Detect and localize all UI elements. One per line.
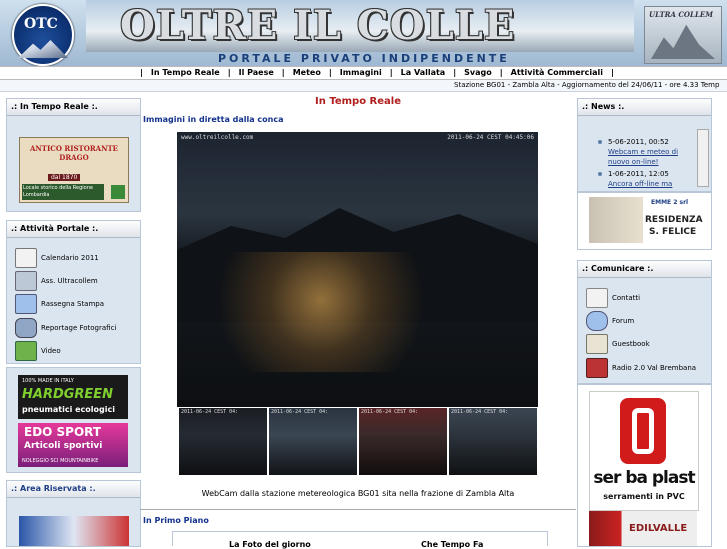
realtime-panel: .: In Tempo Reale :. ANTICO RISTORANTE D… xyxy=(6,98,141,212)
webcam-caption: WebCam dalla stazione metereologica BG01… xyxy=(201,489,515,498)
site-tagline: PORTALE PRIVATO INDIPENDENTE xyxy=(218,52,510,65)
news-item[interactable]: 1-06-2011, 12:05 Ancora off-line ma xyxy=(598,169,688,189)
nav-item-tempo-reale[interactable]: In Tempo Reale xyxy=(147,67,224,79)
news-item[interactable]: 5-06-2011, 00:52 Webcam e meteo di nuovo… xyxy=(598,137,688,167)
activities-panel: .: Attività Portale :. Calendario 2011 A… xyxy=(6,220,141,364)
site-header: OTC OLTRE IL COLLE PORTALE PRIVATO INDIP… xyxy=(0,0,727,66)
webcam-main-image[interactable]: www.oltreilcolle.com 2011-06-24 CEST 04:… xyxy=(177,132,538,407)
calendar-icon xyxy=(15,248,37,268)
ad-serbaplast[interactable]: ser ba plast serramenti in PVC xyxy=(589,391,699,511)
news-panel: .: News :. 5-06-2011, 00:52 Webcam e met… xyxy=(577,98,712,192)
menu-item-rassegna[interactable]: Rassegna Stampa xyxy=(15,294,104,314)
webcam-thumb-2[interactable]: 2011-06-24 CEST 04: xyxy=(269,408,357,475)
webcam-lights xyxy=(217,252,477,372)
press-icon xyxy=(15,294,37,314)
ad-antico-drago[interactable]: ANTICO RISTORANTE DRAGO dal 1870 Locale … xyxy=(19,137,129,203)
area-riservata-panel: .: Area Riservata :. xyxy=(6,480,141,547)
panel-title: .: Area Riservata :. xyxy=(7,481,140,498)
comunicare-panel: .: Comunicare :. Contatti Forum Guestboo… xyxy=(577,260,712,384)
menu-item-radio[interactable]: Radio 2.0 Val Brembana xyxy=(586,358,696,378)
nav-item-meteo[interactable]: Meteo xyxy=(289,67,325,79)
panel-title: .: In Tempo Reale :. xyxy=(7,99,140,116)
video-icon xyxy=(15,341,37,361)
panel-title: .: Comunicare :. xyxy=(578,261,711,278)
camera-icon xyxy=(15,318,37,338)
guestbook-icon xyxy=(586,334,608,354)
panel-title: .: News :. xyxy=(578,99,711,116)
webcam-stamp-left: www.oltreilcolle.com xyxy=(181,134,254,141)
ultracollem-label: ULTRA COLLEM xyxy=(649,10,713,19)
residenza-panel: EMME 2 srl RESIDENZA S. FELICE xyxy=(577,192,712,250)
panel-title: .: Attività Portale :. xyxy=(7,221,140,238)
forum-icon xyxy=(586,311,608,331)
site-title: OLTRE IL COLLE xyxy=(120,2,516,49)
sponsor-panel: ser ba plast serramenti in PVC EDILVALLE xyxy=(577,384,712,547)
section-title: In Primo Piano xyxy=(143,516,209,525)
menu-item-guestbook[interactable]: Guestbook xyxy=(586,334,650,354)
ad-la-fonte[interactable] xyxy=(19,516,129,546)
menu-item-forum[interactable]: Forum xyxy=(586,311,634,331)
nav-item-svago[interactable]: Svago xyxy=(460,67,496,79)
lombardia-icon xyxy=(111,185,125,199)
ad-edo-sport[interactable]: EDO SPORT Articoli sportivi NOLEGGIO SCI… xyxy=(18,423,128,467)
main-nav: | In Tempo Reale | Il Paese | Meteo | Im… xyxy=(0,66,727,80)
nav-item-immagini[interactable]: Immagini xyxy=(336,67,386,79)
menu-item-calendario[interactable]: Calendario 2011 xyxy=(15,248,99,268)
nav-items: | In Tempo Reale | Il Paese | Meteo | Im… xyxy=(140,67,614,79)
news-scrollbar[interactable] xyxy=(697,129,709,187)
badge-text: OTC xyxy=(24,16,58,32)
nav-item-paese[interactable]: Il Paese xyxy=(235,67,278,79)
divider xyxy=(140,509,576,510)
oc-badge-logo[interactable]: OTC xyxy=(12,4,74,66)
mountain-icon xyxy=(18,40,68,58)
bullet-icon xyxy=(598,172,602,176)
page-title: In Tempo Reale xyxy=(315,96,401,107)
webcam-stamp-right: 2011-06-24 CEST 04:45:06 xyxy=(447,134,534,141)
ads-panel: 100% MADE IN ITALY HARDGREEN pneumatici … xyxy=(6,367,141,473)
mail-icon xyxy=(586,288,608,308)
banner: OLTRE IL COLLE xyxy=(86,0,634,52)
menu-item-video[interactable]: Video xyxy=(15,341,61,361)
ad-edilvalle[interactable]: EDILVALLE xyxy=(589,511,697,546)
webcam-thumb-4[interactable]: 2011-06-24 CEST 04: xyxy=(449,408,537,475)
primo-piano-box: La Foto del giorno Che Tempo Fa xyxy=(172,531,548,549)
ad-residenza-s-felice[interactable]: EMME 2 srl RESIDENZA S. FELICE xyxy=(589,197,703,243)
webcam-thumb-1[interactable]: 2011-06-24 CEST 04: xyxy=(179,408,267,475)
weather-ticker: Stazione BG01 - Zambla Alta - Aggiorname… xyxy=(0,80,727,92)
mountain-icon xyxy=(651,24,715,59)
association-icon xyxy=(15,271,37,291)
section-title: Immagini in diretta dalla conca xyxy=(143,115,284,124)
bullet-icon xyxy=(598,140,602,144)
menu-item-contatti[interactable]: Contatti xyxy=(586,288,640,308)
ad-hardgreen[interactable]: 100% MADE IN ITALY HARDGREEN pneumatici … xyxy=(18,375,128,419)
menu-item-ultracollem[interactable]: Ass. Ultracollem xyxy=(15,271,98,291)
webcam-thumb-3[interactable]: 2011-06-24 CEST 04: xyxy=(359,408,447,475)
ultracollem-logo[interactable]: ULTRA COLLEM xyxy=(644,6,722,64)
nav-item-attivita[interactable]: Attività Commerciali xyxy=(507,67,607,79)
ticker-text: Stazione BG01 - Zambla Alta - Aggiorname… xyxy=(454,81,720,89)
serbaplast-logo-icon xyxy=(620,398,666,464)
menu-item-reportage[interactable]: Reportage Fotografici xyxy=(15,318,116,338)
nav-item-vallata[interactable]: La Vallata xyxy=(397,67,450,79)
radio-icon xyxy=(586,358,608,378)
